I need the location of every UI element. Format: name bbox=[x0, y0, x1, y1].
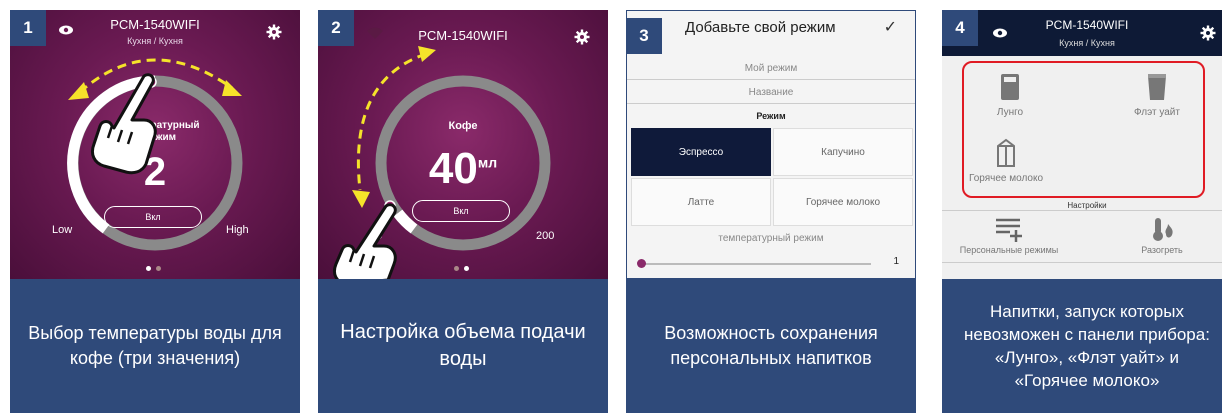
caption: Выбор температуры воды для кофе (три зна… bbox=[10, 279, 300, 413]
settings-header: Настройки bbox=[1067, 201, 1107, 210]
settings-personal-modes[interactable]: Персональные режимы bbox=[944, 216, 1074, 255]
gear-icon[interactable] bbox=[1200, 25, 1216, 41]
step-number: 1 bbox=[10, 10, 46, 46]
panel-custom-mode: 3 Добавьте свой режим ✓ Мой режим Назван… bbox=[626, 10, 916, 413]
caption: Возможность сохранения персональных напи… bbox=[626, 279, 916, 413]
temp-mode-label: температурный режим bbox=[718, 233, 824, 244]
step-number: 2 bbox=[318, 10, 354, 46]
confirm-check-icon[interactable]: ✓ bbox=[884, 17, 897, 37]
name-field[interactable]: Название bbox=[627, 87, 915, 98]
device-name: PCM-1540WIFI bbox=[1045, 18, 1129, 32]
panel-drinks: 4 PCM-1540WIFI Кухня / Кухня Лунго Флэт … bbox=[942, 10, 1222, 413]
slider-value: 1 bbox=[893, 256, 899, 267]
mode-header: Режим bbox=[756, 111, 786, 121]
caption: Напитки, запуск которых невозможен с пан… bbox=[942, 279, 1222, 413]
app-header: Добавьте свой режим ✓ bbox=[627, 11, 915, 53]
option-latte[interactable]: Латте bbox=[631, 178, 771, 226]
hand-pointer-icon bbox=[90, 73, 157, 175]
room-name: Кухня / Кухня bbox=[1059, 38, 1115, 48]
caption: Настройка объема подачи воды bbox=[318, 279, 608, 413]
thermometer-icon bbox=[1153, 218, 1173, 241]
app-screen: PCM-1540WIFI Кухня / Кухня Лунго Флэт уа… bbox=[942, 10, 1222, 279]
page-title: Добавьте свой режим bbox=[685, 19, 836, 36]
panel-volume: 2 PCM-1540WIFI Кофе 40мл Вкл 20 200 bbox=[318, 10, 608, 413]
settings-label: Персональные режимы bbox=[959, 245, 1059, 255]
panel-temperature: 1 PCM-1540WIFI Кухня / Кухня Температурн… bbox=[10, 10, 300, 413]
app-screen: Добавьте свой режим ✓ Мой режим Название… bbox=[626, 10, 916, 279]
temp-slider[interactable] bbox=[641, 263, 871, 265]
settings-preheat[interactable]: Разогреть bbox=[1112, 216, 1212, 255]
my-mode-field[interactable]: Мой режим bbox=[627, 63, 915, 74]
app-header: PCM-1540WIFI Кухня / Кухня bbox=[942, 10, 1222, 56]
option-espresso[interactable]: Эспрессо bbox=[631, 128, 771, 176]
option-cappuccino[interactable]: Капучино bbox=[773, 128, 913, 176]
app-screen: PCM-1540WIFI Кухня / Кухня Температурный… bbox=[10, 10, 300, 279]
app-screen: PCM-1540WIFI Кофе 40мл Вкл 20 200 bbox=[318, 10, 608, 286]
hand-pointer-icon bbox=[332, 203, 397, 286]
step-number: 3 bbox=[626, 18, 662, 54]
option-hot-milk[interactable]: Горячее молоко bbox=[773, 178, 913, 226]
highlight-frame bbox=[962, 61, 1205, 198]
playlist-add-icon bbox=[996, 218, 1022, 242]
slider-handle[interactable] bbox=[637, 259, 646, 268]
step-number: 4 bbox=[942, 10, 978, 46]
settings-label: Разогреть bbox=[1141, 245, 1183, 255]
